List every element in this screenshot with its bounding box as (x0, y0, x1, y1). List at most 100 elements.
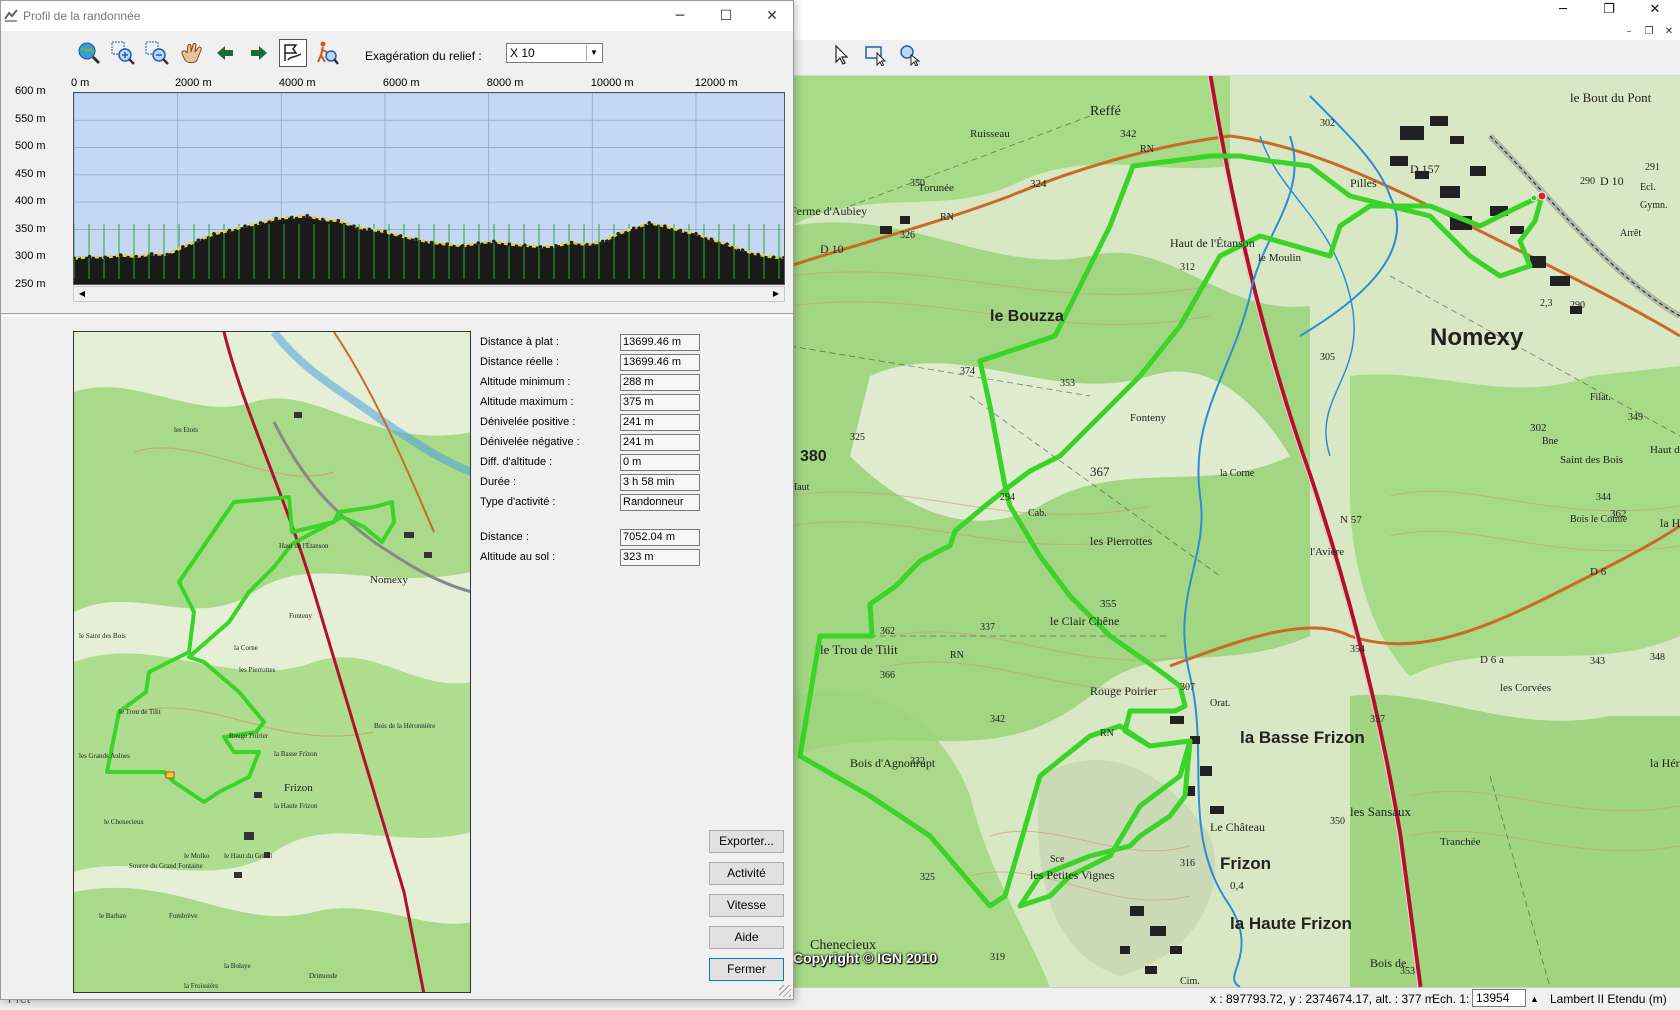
elevation-point (134, 254, 138, 259)
map-label: D 6 (1590, 566, 1607, 578)
hand-pan-icon[interactable] (177, 39, 205, 67)
chevron-down-icon[interactable]: ▼ (586, 45, 601, 61)
elevation-point (227, 228, 232, 233)
map-label: Reffé (1090, 104, 1121, 119)
map-label: 362 (880, 626, 895, 637)
activity-button[interactable]: Activité (709, 862, 784, 885)
map-label: Ecl. (1640, 182, 1656, 193)
arrow-left-icon[interactable] (211, 39, 239, 67)
stat-label: Dénivelée négative : (480, 436, 580, 448)
help-button[interactable]: Aide (709, 926, 784, 949)
stat-label: Durée : (480, 476, 517, 488)
map-label: Frizon (1220, 854, 1271, 873)
scale-input[interactable]: 13954 (1472, 989, 1526, 1007)
elevation-point (414, 237, 418, 242)
overview-map-label: Nomexy (370, 574, 408, 586)
map-label: 302 (1320, 118, 1335, 129)
map-label: 291 (1645, 162, 1660, 173)
dialog-close-button[interactable]: ✕ (749, 1, 795, 31)
map-label: le Bout du Pont (1570, 90, 1652, 105)
zoom-out-icon[interactable] (143, 39, 171, 67)
main-close-button[interactable]: ✕ (1632, 0, 1678, 20)
stat-value: 13699.46 m (620, 354, 700, 371)
map-label: 366 (880, 670, 895, 681)
map-label: 294 (1000, 492, 1015, 503)
profile-dialog: Profil de la randonnée ─ ☐ ✕ Exagération… (0, 0, 794, 1000)
map-label: Rouge Poirier (1090, 684, 1157, 698)
elevation-point (663, 224, 667, 228)
overview-map-label: Drimonde (309, 972, 338, 980)
arrow-right-icon[interactable] (245, 39, 273, 67)
main-maximize-button[interactable]: ❐ (1586, 0, 1632, 20)
overview-map[interactable]: les Etots Nomexy la Basse Frizon Frizon la H… (73, 331, 471, 993)
map-label: 290 (1580, 176, 1595, 187)
map-label: 350 (1330, 816, 1345, 827)
map-label: 326 (900, 230, 915, 241)
y-tick-label: 350 m (15, 222, 46, 235)
map-label: 325 (920, 872, 935, 883)
dialog-splitter[interactable] (1, 313, 793, 316)
map-label: Sce (1050, 854, 1065, 865)
map-label: 312 (1180, 262, 1195, 273)
map-label: Haut du Camp (1650, 444, 1680, 456)
x-tick-label: 4000 m (278, 77, 316, 89)
mdi-minimize-button[interactable]: – (1620, 24, 1638, 40)
export-button[interactable]: Exporter... (709, 830, 784, 853)
map-label: D 157 (1410, 162, 1440, 176)
stat-label: Diff. d'altitude : (480, 456, 553, 468)
map-label: 319 (990, 952, 1005, 963)
speed-button[interactable]: Vitesse (709, 894, 784, 917)
globe-zoom-icon[interactable] (75, 39, 103, 67)
scale-spin-icon[interactable]: ▲ (1530, 990, 1539, 1008)
profile-flag-icon[interactable] (279, 39, 307, 67)
main-minimize-button[interactable]: ─ (1540, 0, 1586, 20)
relief-exaggeration-select[interactable]: X 10 ▼ (506, 43, 603, 63)
elevation-profile-chart[interactable] (72, 92, 786, 285)
overview-map-label: le Saint des Bois (79, 632, 126, 640)
stat-value: 241 m (620, 414, 700, 431)
elevation-point (523, 243, 527, 248)
resize-grip[interactable] (779, 985, 791, 997)
elevation-point (320, 217, 325, 222)
select-pointer-icon[interactable] (828, 44, 856, 72)
map-label: 332 (910, 756, 925, 767)
x-tick-label: 10000 m (590, 77, 634, 89)
map-label: 324 (1030, 178, 1047, 190)
elevation-point (181, 245, 185, 249)
elevation-point (165, 252, 170, 257)
map-label: le Clair Chêne (1050, 614, 1120, 628)
map-label: Orat. (1210, 698, 1231, 709)
dialog-maximize-button[interactable]: ☐ (703, 1, 749, 31)
map-label: le Trou de Tilit (820, 642, 898, 657)
map-label: 342 (1120, 128, 1137, 140)
stat-value: 3 h 58 min (620, 474, 700, 491)
overview-map-label: Frizon (284, 782, 313, 794)
chart-horizontal-scrollbar[interactable]: ◀ ▶ (73, 286, 785, 302)
mdi-close-button[interactable]: ✕ (1660, 24, 1678, 40)
hiker-search-icon[interactable] (313, 39, 341, 67)
relief-select-value: X 10 (510, 46, 535, 60)
map-label: 353 (1060, 378, 1075, 389)
scroll-left-arrow-icon[interactable]: ◀ (74, 287, 90, 301)
x-tick-label: 8000 m (486, 77, 524, 89)
map-label: Ferme d'Aubiey (790, 204, 868, 218)
mdi-restore-button[interactable]: ❐ (1640, 24, 1658, 40)
dialog-minimize-button[interactable]: ─ (657, 1, 703, 31)
map-label: 367 (1090, 464, 1110, 479)
topographic-map[interactable]: Reffé 342 RN 324 Ruisseau 350 Ferme d'Aubiey To… (790, 76, 1680, 987)
y-tick-label: 250 m (15, 278, 46, 290)
stat-label: Type d'activité : (480, 496, 556, 508)
close-button[interactable]: Fermer (709, 958, 784, 981)
stat-label: Altitude minimum : (480, 376, 571, 388)
select-rectangle-icon[interactable] (862, 44, 890, 72)
elevation-point (507, 242, 512, 246)
dialog-titlebar[interactable]: Profil de la randonnée ─ ☐ ✕ (1, 1, 793, 31)
zoom-in-icon[interactable] (109, 39, 137, 67)
elevation-point (429, 240, 434, 245)
elevation-point (694, 231, 698, 236)
map-canvas[interactable] (790, 76, 1680, 987)
scroll-right-arrow-icon[interactable]: ▶ (768, 287, 784, 301)
zoom-pointer-icon[interactable] (896, 44, 924, 72)
stat-value: 0 m (620, 454, 700, 471)
stat-value: 323 m (620, 549, 700, 566)
